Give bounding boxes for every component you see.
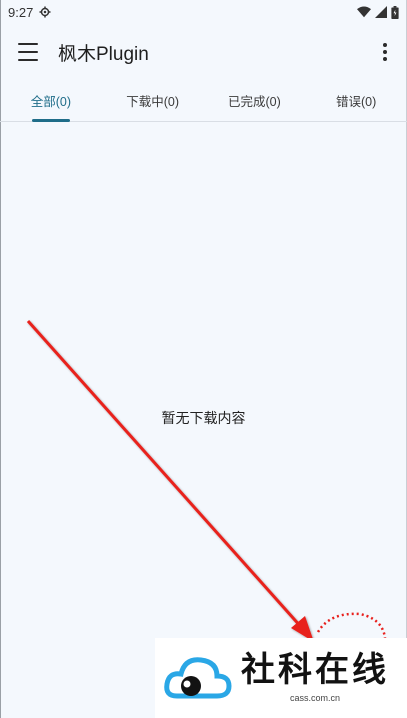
tab-all[interactable]: 全部(0) — [0, 80, 102, 121]
app-screen: 9:27 枫木Plugin 全部(0) 下载中(0) 已完成(0) 错误(0) … — [0, 0, 407, 718]
app-bar: 枫木Plugin — [0, 24, 407, 80]
cloud-eye-logo-icon — [164, 657, 232, 699]
watermark-url: cass.com.cn — [289, 693, 340, 703]
status-time: 9:27 — [8, 4, 34, 20]
annotation-arrow-line — [26, 320, 304, 629]
app-title: 枫木Plugin — [58, 43, 149, 65]
gear-icon — [39, 6, 51, 18]
tab-error[interactable]: 错误(0) — [305, 80, 407, 121]
tab-downloading[interactable]: 下载中(0) — [102, 80, 204, 121]
hamburger-menu-icon[interactable] — [18, 43, 38, 61]
status-left: 9:27 — [8, 5, 51, 20]
watermark-title: 社科在线 — [241, 650, 389, 690]
signal-icon — [375, 6, 387, 18]
status-bar: 9:27 — [0, 0, 407, 24]
tab-completed[interactable]: 已完成(0) — [204, 80, 306, 121]
watermark: 社科在线 cass.com.cn — [155, 638, 407, 718]
watermark-text-group: 社科在线 cass.com.cn — [241, 653, 389, 703]
more-vertical-icon[interactable] — [375, 40, 395, 64]
battery-icon — [391, 5, 399, 19]
download-tabs: 全部(0) 下载中(0) 已完成(0) 错误(0) — [0, 80, 407, 122]
status-right — [357, 5, 399, 19]
empty-state-message: 暂无下载内容 — [161, 410, 246, 426]
wifi-icon — [357, 6, 371, 18]
